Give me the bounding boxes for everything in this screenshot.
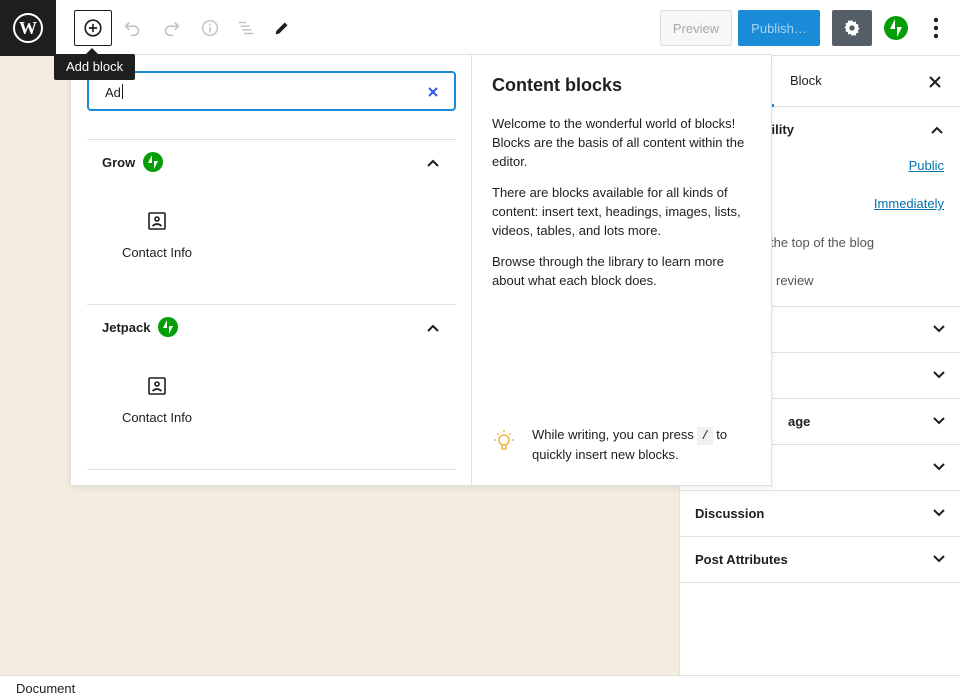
close-icon	[929, 76, 941, 88]
add-block-button[interactable]	[74, 10, 112, 46]
chevron-up-icon[interactable]	[425, 155, 441, 171]
pencil-icon	[275, 22, 288, 35]
more-vertical-icon	[933, 17, 939, 39]
chevron-up-icon[interactable]	[425, 320, 441, 336]
svg-text:W: W	[19, 18, 37, 38]
block-search-input[interactable]	[105, 83, 405, 101]
chevron-down-icon	[933, 555, 945, 563]
category-title: Jetpack	[102, 319, 151, 335]
info-icon	[201, 19, 219, 37]
slash-key: /	[697, 427, 713, 445]
breadcrumb-document[interactable]: Document	[16, 681, 75, 696]
list-view-button[interactable]	[228, 10, 264, 46]
plus-circle-icon	[84, 19, 102, 37]
block-item-contact-info[interactable]: Contact Info	[107, 374, 207, 454]
chevron-down-icon	[933, 463, 945, 471]
divider	[87, 469, 456, 470]
close-sidebar-button[interactable]	[924, 71, 946, 93]
clear-search-button[interactable]	[425, 84, 441, 100]
inserter-info-panel: Content blocks Welcome to the wonderful …	[472, 55, 772, 485]
more-options-button[interactable]	[922, 14, 950, 42]
redo-button[interactable]	[154, 10, 190, 46]
category-header-jetpack[interactable]: Jetpack	[102, 316, 179, 338]
chevron-down-icon	[933, 417, 945, 425]
sticky-label: the top of the blog	[770, 235, 875, 250]
contact-card-icon	[148, 212, 166, 230]
chevron-down-icon	[933, 371, 945, 379]
close-icon	[428, 87, 438, 97]
block-label: Contact Info	[121, 245, 193, 260]
undo-icon	[124, 21, 140, 37]
divider	[87, 304, 456, 305]
tools-button[interactable]	[264, 10, 300, 46]
panel-title: age	[788, 414, 811, 429]
chevron-down-icon	[933, 325, 945, 333]
block-item-contact-info[interactable]: Contact Info	[107, 209, 207, 289]
text-caret	[122, 84, 123, 99]
pending-review-label: review	[776, 273, 814, 288]
editor-toolbar: W Add block Preview Publish…	[0, 0, 960, 80]
preview-button[interactable]: Preview	[660, 10, 732, 46]
tip-text-start: While writing, you can press	[532, 427, 694, 442]
tab-block[interactable]: Block	[790, 73, 822, 88]
add-block-tooltip: Add block	[54, 54, 136, 80]
settings-button[interactable]	[832, 10, 872, 46]
jetpack-icon	[143, 152, 164, 172]
divider	[87, 139, 456, 140]
publish-date-link[interactable]: Immediately	[874, 196, 944, 211]
category-title: Grow	[102, 154, 136, 170]
chevron-up-icon[interactable]	[930, 123, 944, 137]
jetpack-icon	[884, 16, 908, 40]
info-paragraph: Welcome to the wonderful world of blocks…	[492, 116, 745, 169]
jetpack-icon	[158, 317, 179, 337]
info-paragraph: There are blocks available for all kinds…	[492, 185, 741, 238]
inserter-results: Grow Contact Info Jetpack	[71, 55, 472, 485]
block-search-box[interactable]	[87, 71, 456, 111]
category-header-grow[interactable]: Grow	[102, 151, 164, 173]
sidebar-panel-post-attributes[interactable]: Post Attributes	[680, 537, 960, 583]
info-heading: Content blocks	[492, 75, 623, 95]
sidebar-panel-discussion[interactable]: Discussion	[680, 491, 960, 537]
wordpress-logo-icon[interactable]: W	[0, 0, 56, 56]
panel-title: Post Attributes	[695, 552, 788, 567]
list-view-icon	[238, 21, 254, 35]
tip-text: While writing, you can press / to quickl…	[532, 425, 752, 465]
visibility-value-link[interactable]: Public	[909, 158, 944, 173]
chevron-down-icon	[933, 509, 945, 517]
redo-icon	[164, 21, 180, 37]
details-button[interactable]	[192, 10, 228, 46]
gear-icon	[844, 20, 860, 36]
jetpack-button[interactable]	[882, 14, 910, 42]
editor-footer: Document	[0, 675, 960, 700]
panel-title: Discussion	[695, 506, 765, 521]
contact-card-icon	[148, 377, 166, 395]
block-label: Contact Info	[121, 410, 193, 425]
publish-button[interactable]: Publish…	[738, 10, 820, 46]
undo-button[interactable]	[114, 10, 150, 46]
info-paragraph: Browse through the library to learn more…	[492, 254, 724, 288]
lightbulb-icon	[494, 430, 514, 450]
block-inserter-popover: Grow Contact Info Jetpack	[70, 54, 772, 486]
